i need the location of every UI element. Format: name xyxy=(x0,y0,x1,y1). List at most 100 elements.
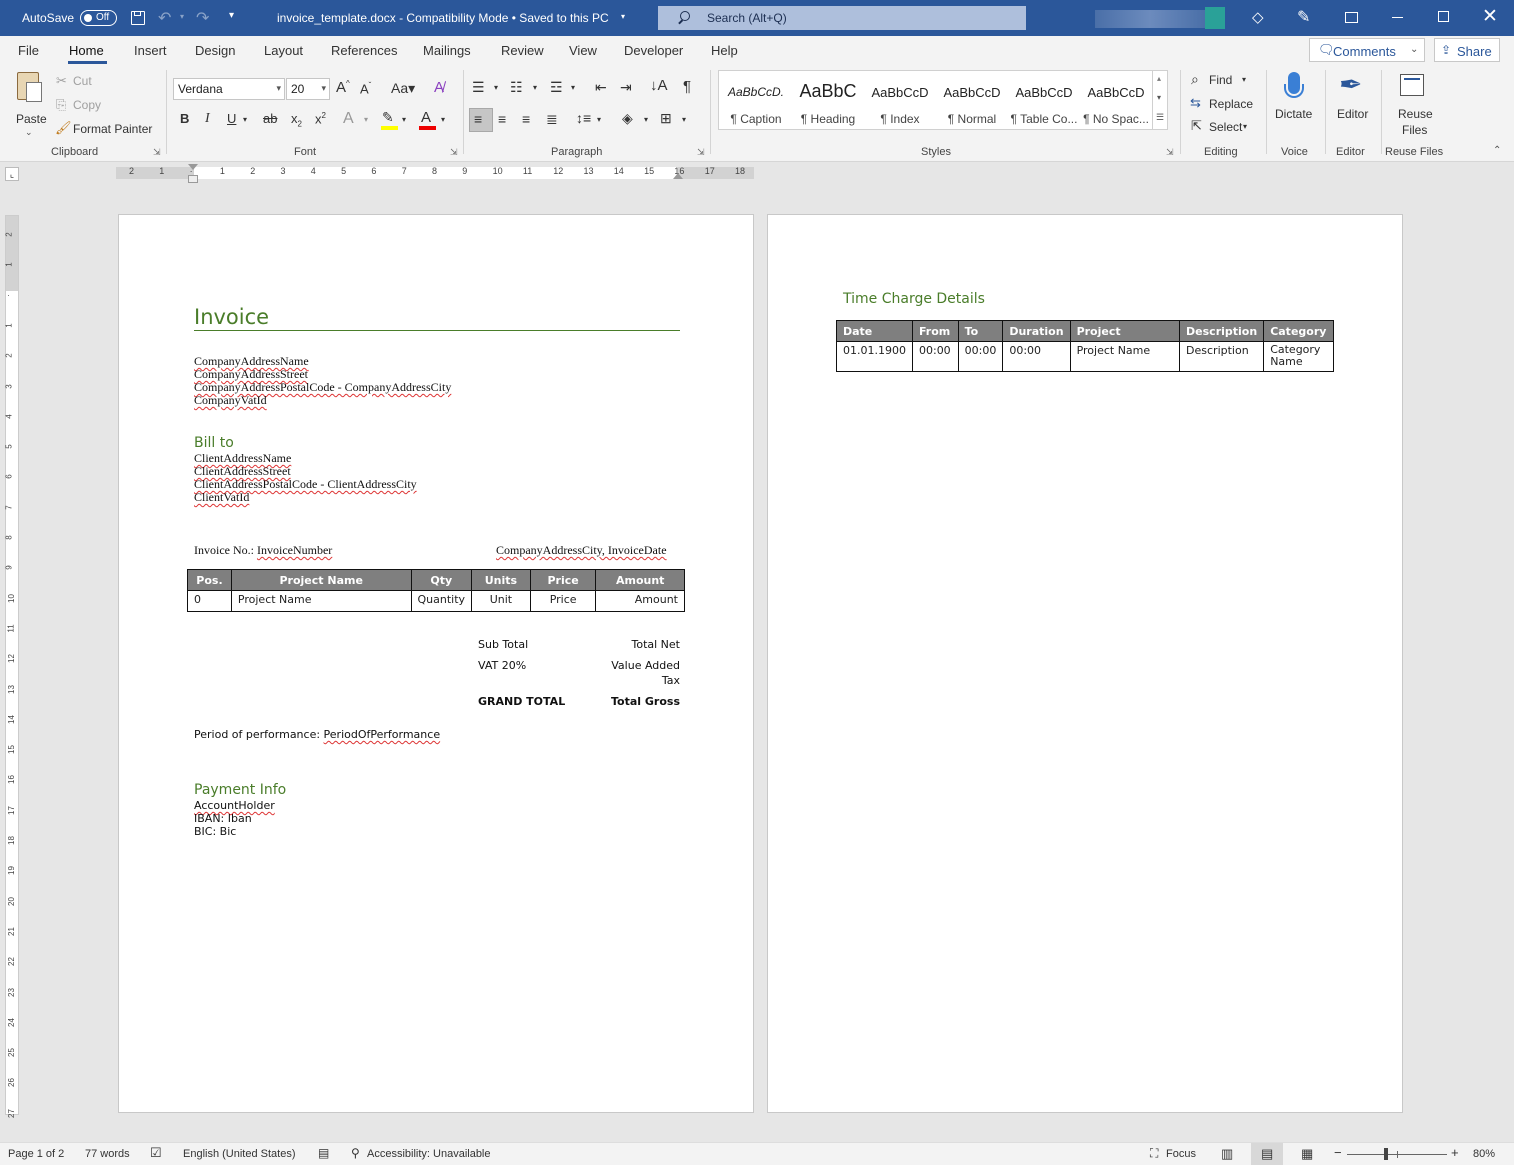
shrink-font-icon[interactable]: Aˇ xyxy=(360,82,371,96)
align-center-icon[interactable]: ≡ xyxy=(498,112,506,126)
subscript-icon[interactable]: x2 xyxy=(291,112,302,129)
accessibility-status[interactable]: Accessibility: Unavailable xyxy=(367,1148,491,1160)
grand-total-value[interactable]: Total Gross xyxy=(580,695,680,708)
col-project-header[interactable]: Project Name xyxy=(230,569,412,591)
cell-qty[interactable]: Quantity xyxy=(410,590,473,612)
change-case-icon[interactable]: Aa▾ xyxy=(391,81,415,95)
cell-to[interactable]: 00:00 xyxy=(957,341,1004,372)
autosave-toggle[interactable]: Off xyxy=(80,10,117,26)
save-icon[interactable] xyxy=(131,11,145,25)
font-color-icon[interactable]: A xyxy=(421,110,431,125)
tab-home[interactable]: Home xyxy=(69,43,104,58)
show-marks-icon[interactable]: ¶ xyxy=(683,79,691,94)
col-amount-header[interactable]: Amount xyxy=(595,569,685,591)
maximize-icon[interactable] xyxy=(1438,11,1449,22)
text-effects-dropdown-icon[interactable]: ▾ xyxy=(364,116,368,124)
collapse-ribbon-icon[interactable]: ⌃ xyxy=(1493,146,1501,156)
select-dropdown-icon[interactable]: ▾ xyxy=(1243,123,1247,131)
highlight-icon[interactable]: ✎ xyxy=(382,110,394,124)
paste-dropdown-icon[interactable]: ⌄ xyxy=(25,127,33,138)
account-avatar[interactable] xyxy=(1095,10,1205,28)
pen-icon[interactable]: ✎ xyxy=(1297,7,1310,27)
cell-pos[interactable]: 0 xyxy=(187,590,232,612)
bic-field[interactable]: BIC: Bic xyxy=(194,825,236,838)
diamond-icon[interactable]: ◇ xyxy=(1252,8,1264,26)
col-price-header[interactable]: Price xyxy=(529,569,597,591)
col-to-header[interactable]: To xyxy=(957,320,1004,342)
cell-amount[interactable]: Amount xyxy=(595,590,685,612)
cell-date[interactable]: 01.01.1900 xyxy=(836,341,913,372)
tab-help[interactable]: Help xyxy=(711,43,738,58)
numbering-dropdown-icon[interactable]: ▾ xyxy=(533,84,537,92)
cell-duration[interactable]: 00:00 xyxy=(1002,341,1071,372)
superscript-icon[interactable]: x2 xyxy=(315,112,326,126)
customize-qat-icon[interactable]: ▾ xyxy=(229,10,234,21)
borders-dropdown-icon[interactable]: ▾ xyxy=(682,116,686,124)
shading-dropdown-icon[interactable]: ▾ xyxy=(644,116,648,124)
font-launcher-icon[interactable]: ⇲ xyxy=(450,148,458,157)
time-charge-table[interactable]: Date From To Duration Project Descriptio… xyxy=(836,320,1334,372)
style-table-contents[interactable]: AaBbCcD ¶ Table Co... xyxy=(1008,71,1080,129)
zoom-level[interactable]: 80% xyxy=(1473,1148,1495,1160)
city-date-field[interactable]: CompanyAddressCity, InvoiceDate xyxy=(496,544,667,557)
account-holder-field[interactable]: AccountHolder xyxy=(194,799,275,812)
reuse-files-button[interactable]: Reuse Files xyxy=(1392,70,1436,137)
col-date-header[interactable]: Date xyxy=(836,320,913,342)
share-button[interactable]: ⇪ Share xyxy=(1434,38,1500,62)
line-spacing-dropdown-icon[interactable]: ▾ xyxy=(597,116,601,124)
clipboard-launcher-icon[interactable]: ⇲ xyxy=(153,148,161,157)
left-indent-marker[interactable] xyxy=(188,175,198,183)
tab-mailings[interactable]: Mailings xyxy=(423,43,471,58)
style-normal[interactable]: AaBbCcD ¶ Normal xyxy=(936,71,1008,129)
bold-icon[interactable]: B xyxy=(180,112,189,125)
col-project-header[interactable]: Project xyxy=(1069,320,1181,342)
title-dropdown-icon[interactable]: ▾ xyxy=(621,12,625,21)
styles-scroll-up-icon[interactable]: ▴ xyxy=(1157,74,1161,83)
tab-developer[interactable]: Developer xyxy=(624,43,683,58)
company-vat-field[interactable]: CompanyVatId xyxy=(194,394,267,407)
items-table[interactable]: Pos. Project Name Qty Units Price Amount… xyxy=(187,569,685,612)
tab-file[interactable]: File xyxy=(18,43,39,58)
grand-total-label[interactable]: GRAND TOTAL xyxy=(478,695,565,708)
cell-project[interactable]: Project Name xyxy=(230,590,412,612)
styles-more-icon[interactable]: ☰ xyxy=(1156,112,1164,123)
account-avatar-icon[interactable] xyxy=(1205,7,1225,29)
copy-button[interactable]: Copy xyxy=(73,98,101,112)
page-count[interactable]: Page 1 of 2 xyxy=(8,1148,64,1160)
undo-icon[interactable]: ↶ xyxy=(158,8,171,28)
cell-units[interactable]: Unit xyxy=(471,590,531,612)
underline-dropdown-icon[interactable]: ▾ xyxy=(243,116,247,124)
tab-view[interactable]: View xyxy=(569,43,597,58)
tab-layout[interactable]: Layout xyxy=(264,43,303,58)
close-icon[interactable]: ✕ xyxy=(1482,5,1498,28)
horizontal-ruler[interactable]: ⌞ 2 1 · 1 2 3 4 5 6 7 8 9 10 11 12 13 14 15 16 17 18 xyxy=(0,163,1514,183)
cell-description[interactable]: Description xyxy=(1179,341,1265,372)
zoom-out-icon[interactable]: − xyxy=(1334,1145,1342,1160)
subtotal-value[interactable]: Total Net xyxy=(580,638,681,651)
col-description-header[interactable]: Description xyxy=(1179,320,1265,342)
undo-dropdown-icon[interactable]: ▾ xyxy=(180,12,184,21)
line-spacing-icon[interactable]: ↕≡ xyxy=(576,111,591,125)
sort-icon[interactable]: ↓A xyxy=(650,78,668,93)
font-size-select[interactable]: 20 ▾ xyxy=(286,78,330,100)
align-right-icon[interactable]: ≡ xyxy=(522,112,530,126)
select-button[interactable]: Select xyxy=(1209,120,1242,134)
paste-button[interactable]: Paste ⌄ xyxy=(12,70,48,138)
subtotal-label[interactable]: Sub Total xyxy=(478,638,528,651)
justify-icon[interactable]: ≣ xyxy=(546,112,558,126)
cell-project[interactable]: Project Name xyxy=(1069,341,1181,372)
font-family-select[interactable]: Verdana ▾ xyxy=(173,78,285,100)
format-painter-button[interactable]: Format Painter xyxy=(73,122,152,136)
read-mode-icon[interactable]: ▥ xyxy=(1221,1146,1233,1162)
multilevel-dropdown-icon[interactable]: ▾ xyxy=(571,84,575,92)
style-index[interactable]: AaBbCcD ¶ Index xyxy=(864,71,936,129)
tab-insert[interactable]: Insert xyxy=(134,43,167,58)
multilevel-list-icon[interactable]: ☲ xyxy=(550,80,563,94)
iban-field[interactable]: IBAN: Iban xyxy=(194,812,252,825)
macro-icon[interactable]: ▤ xyxy=(318,1146,329,1160)
cell-category[interactable]: Category Name xyxy=(1263,341,1334,372)
col-pos-header[interactable]: Pos. xyxy=(187,569,232,591)
strikethrough-icon[interactable]: ab xyxy=(263,112,277,125)
period-line[interactable]: Period of performance: PeriodOfPerforman… xyxy=(194,728,440,741)
styles-launcher-icon[interactable]: ⇲ xyxy=(1166,148,1174,157)
